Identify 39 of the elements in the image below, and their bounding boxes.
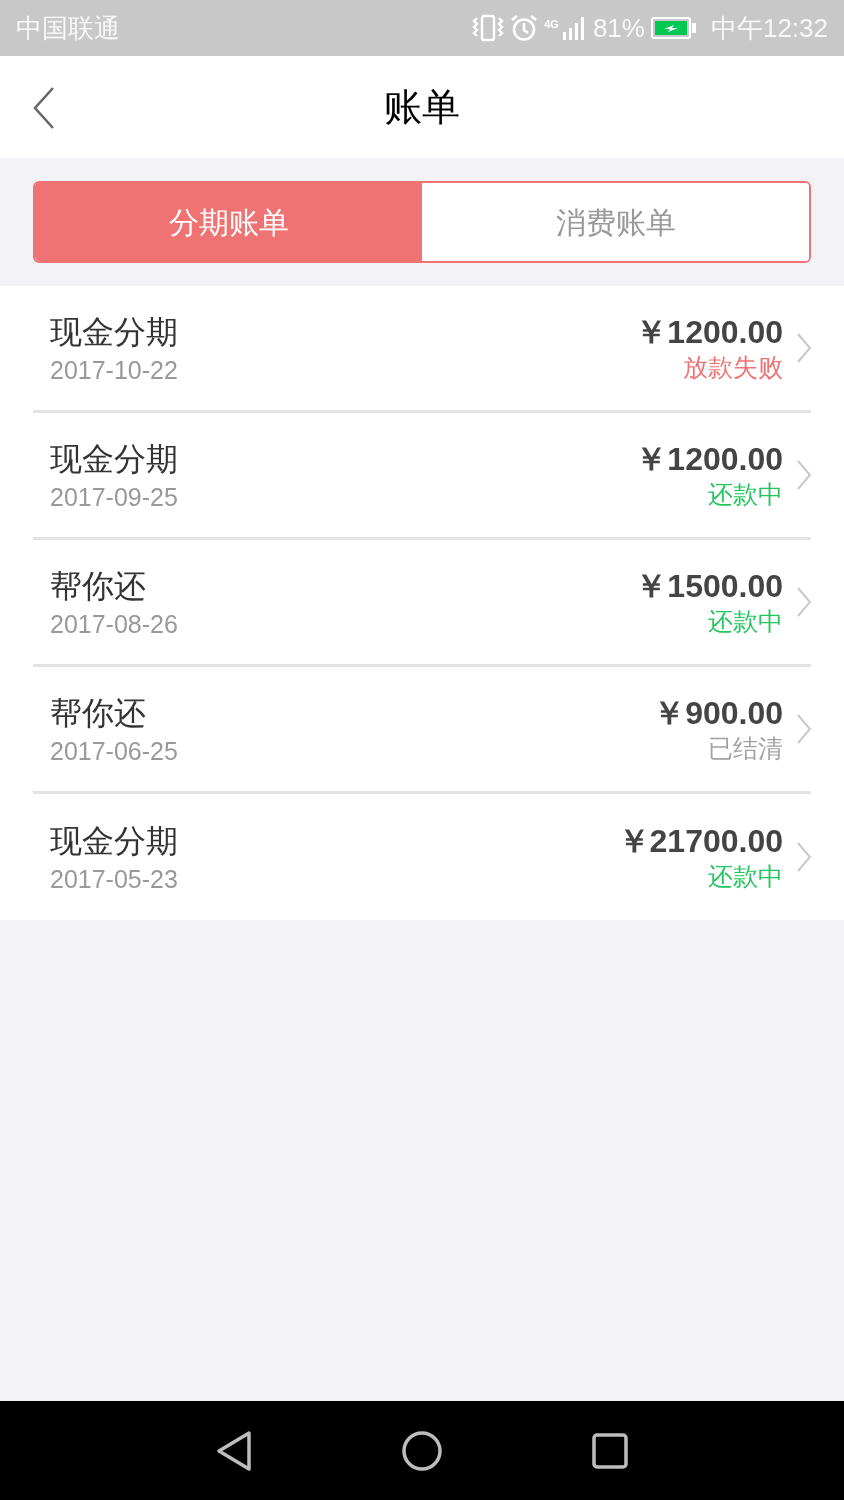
bill-amount: ￥21700.00 xyxy=(617,822,783,860)
back-chevron-icon xyxy=(33,87,55,129)
page-title: 账单 xyxy=(384,84,460,130)
bill-date: 2017-05-23 xyxy=(50,864,178,895)
bill-title: 帮你还 xyxy=(50,567,147,606)
chevron-right-icon xyxy=(797,714,811,744)
bill-status: 还款中 xyxy=(708,606,783,637)
bill-date: 2017-09-25 xyxy=(50,482,178,513)
battery-charging-icon xyxy=(650,17,697,39)
bill-item[interactable]: 帮你还 2017-08-26 ￥1500.00 还款中 xyxy=(33,540,811,664)
bill-title: 帮你还 xyxy=(50,694,147,733)
alarm-clock-icon xyxy=(510,14,539,42)
signal-bars-icon xyxy=(560,16,587,40)
chevron-right-icon xyxy=(797,460,811,490)
bill-status: 还款中 xyxy=(708,479,783,510)
bill-title: 现金分期 xyxy=(50,822,178,861)
vibrate-icon xyxy=(472,14,505,42)
home-circle-icon xyxy=(402,1430,442,1471)
bill-status: 还款中 xyxy=(708,861,783,892)
bill-date: 2017-10-22 xyxy=(50,355,178,386)
recents-square-icon xyxy=(592,1432,628,1469)
bill-item[interactable]: 现金分期 2017-09-25 ￥1200.00 还款中 xyxy=(33,413,811,537)
chevron-right-icon xyxy=(797,587,811,617)
bill-date: 2017-06-25 xyxy=(50,736,178,767)
bill-status: 已结清 xyxy=(708,733,783,764)
bill-status: 放款失败 xyxy=(683,352,783,383)
bill-amount: ￥1200.00 xyxy=(635,313,783,351)
bill-title: 现金分期 xyxy=(50,313,178,352)
bill-title: 现金分期 xyxy=(50,440,178,479)
bill-item[interactable]: 帮你还 2017-06-25 ￥900.00 已结清 xyxy=(33,667,811,791)
bill-amount: ￥900.00 xyxy=(653,694,783,732)
chevron-right-icon xyxy=(797,842,811,872)
bill-date: 2017-08-26 xyxy=(50,609,178,640)
chevron-right-icon xyxy=(797,333,811,363)
bill-amount: ￥1500.00 xyxy=(635,567,783,605)
bill-item[interactable]: 现金分期 2017-10-22 ￥1200.00 放款失败 xyxy=(33,286,811,410)
bill-item[interactable]: 现金分期 2017-05-23 ￥21700.00 还款中 xyxy=(33,794,811,920)
back-triangle-icon xyxy=(216,1430,252,1471)
bill-amount: ￥1200.00 xyxy=(635,440,783,478)
